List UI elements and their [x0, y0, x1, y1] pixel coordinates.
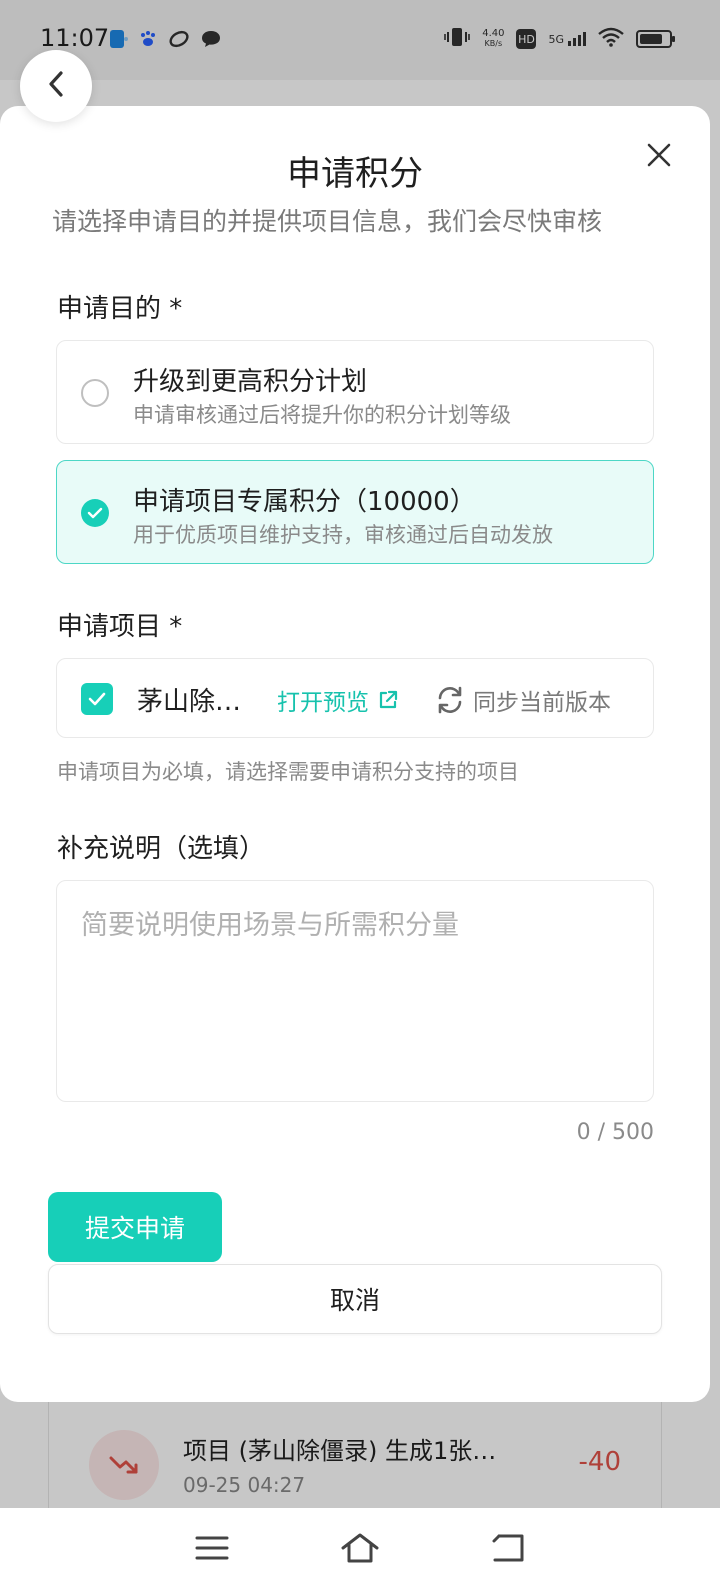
open-preview-link[interactable]: 打开预览: [277, 683, 399, 717]
check-icon: [88, 692, 106, 706]
option-title: 升级到更高积分计划: [133, 367, 368, 397]
note-label: 补充说明（选填）: [57, 834, 266, 864]
back-nav-icon[interactable]: [491, 1533, 525, 1567]
project-checkbox[interactable]: [81, 683, 113, 715]
back-button[interactable]: [20, 50, 92, 122]
option-project-points[interactable]: 申请项目专属积分（10000） 用于优质项目维护支持，审核通过后自动发放: [56, 460, 654, 564]
open-preview-label: 打开预览: [277, 690, 369, 716]
apply-points-modal: 申请积分 请选择申请目的并提供项目信息，我们会尽快审核 申请目的 * 升级到更高…: [0, 106, 710, 1402]
option-desc: 申请审核通过后将提升你的积分计划等级: [133, 403, 511, 427]
chevron-left-icon: [45, 70, 67, 102]
option-title: 申请项目专属积分（10000）: [133, 487, 476, 517]
project-name: 茅山除…: [137, 687, 242, 717]
project-select-row: 茅山除… 打开预览 同步当前版本: [56, 658, 654, 738]
sync-version-button[interactable]: 同步当前版本: [435, 683, 611, 717]
refresh-icon: [438, 686, 462, 714]
option-upgrade-plan[interactable]: 升级到更高积分计划 申请审核通过后将提升你的积分计划等级: [56, 340, 654, 444]
cancel-button[interactable]: 取消: [48, 1264, 662, 1334]
modal-title: 申请积分: [287, 154, 423, 194]
project-hint: 申请项目为必填，请选择需要申请积分支持的项目: [57, 760, 519, 784]
menu-icon[interactable]: [195, 1535, 229, 1565]
project-label: 申请项目 *: [57, 612, 183, 642]
note-textarea[interactable]: [56, 880, 654, 1102]
option-desc: 用于优质项目维护支持，审核通过后自动发放: [133, 523, 553, 547]
modal-subtitle: 请选择申请目的并提供项目信息，我们会尽快审核: [52, 207, 603, 236]
char-counter: 0 / 500: [576, 1120, 654, 1145]
home-icon[interactable]: [340, 1532, 380, 1568]
submit-button[interactable]: 提交申请: [48, 1192, 222, 1262]
check-icon: [87, 507, 103, 519]
system-nav-bar: [0, 1508, 720, 1592]
radio-checked[interactable]: [81, 499, 109, 527]
radio-unchecked[interactable]: [81, 379, 109, 407]
sync-version-label: 同步当前版本: [473, 690, 611, 716]
external-link-icon: [379, 690, 398, 709]
purpose-label: 申请目的 *: [57, 294, 183, 324]
